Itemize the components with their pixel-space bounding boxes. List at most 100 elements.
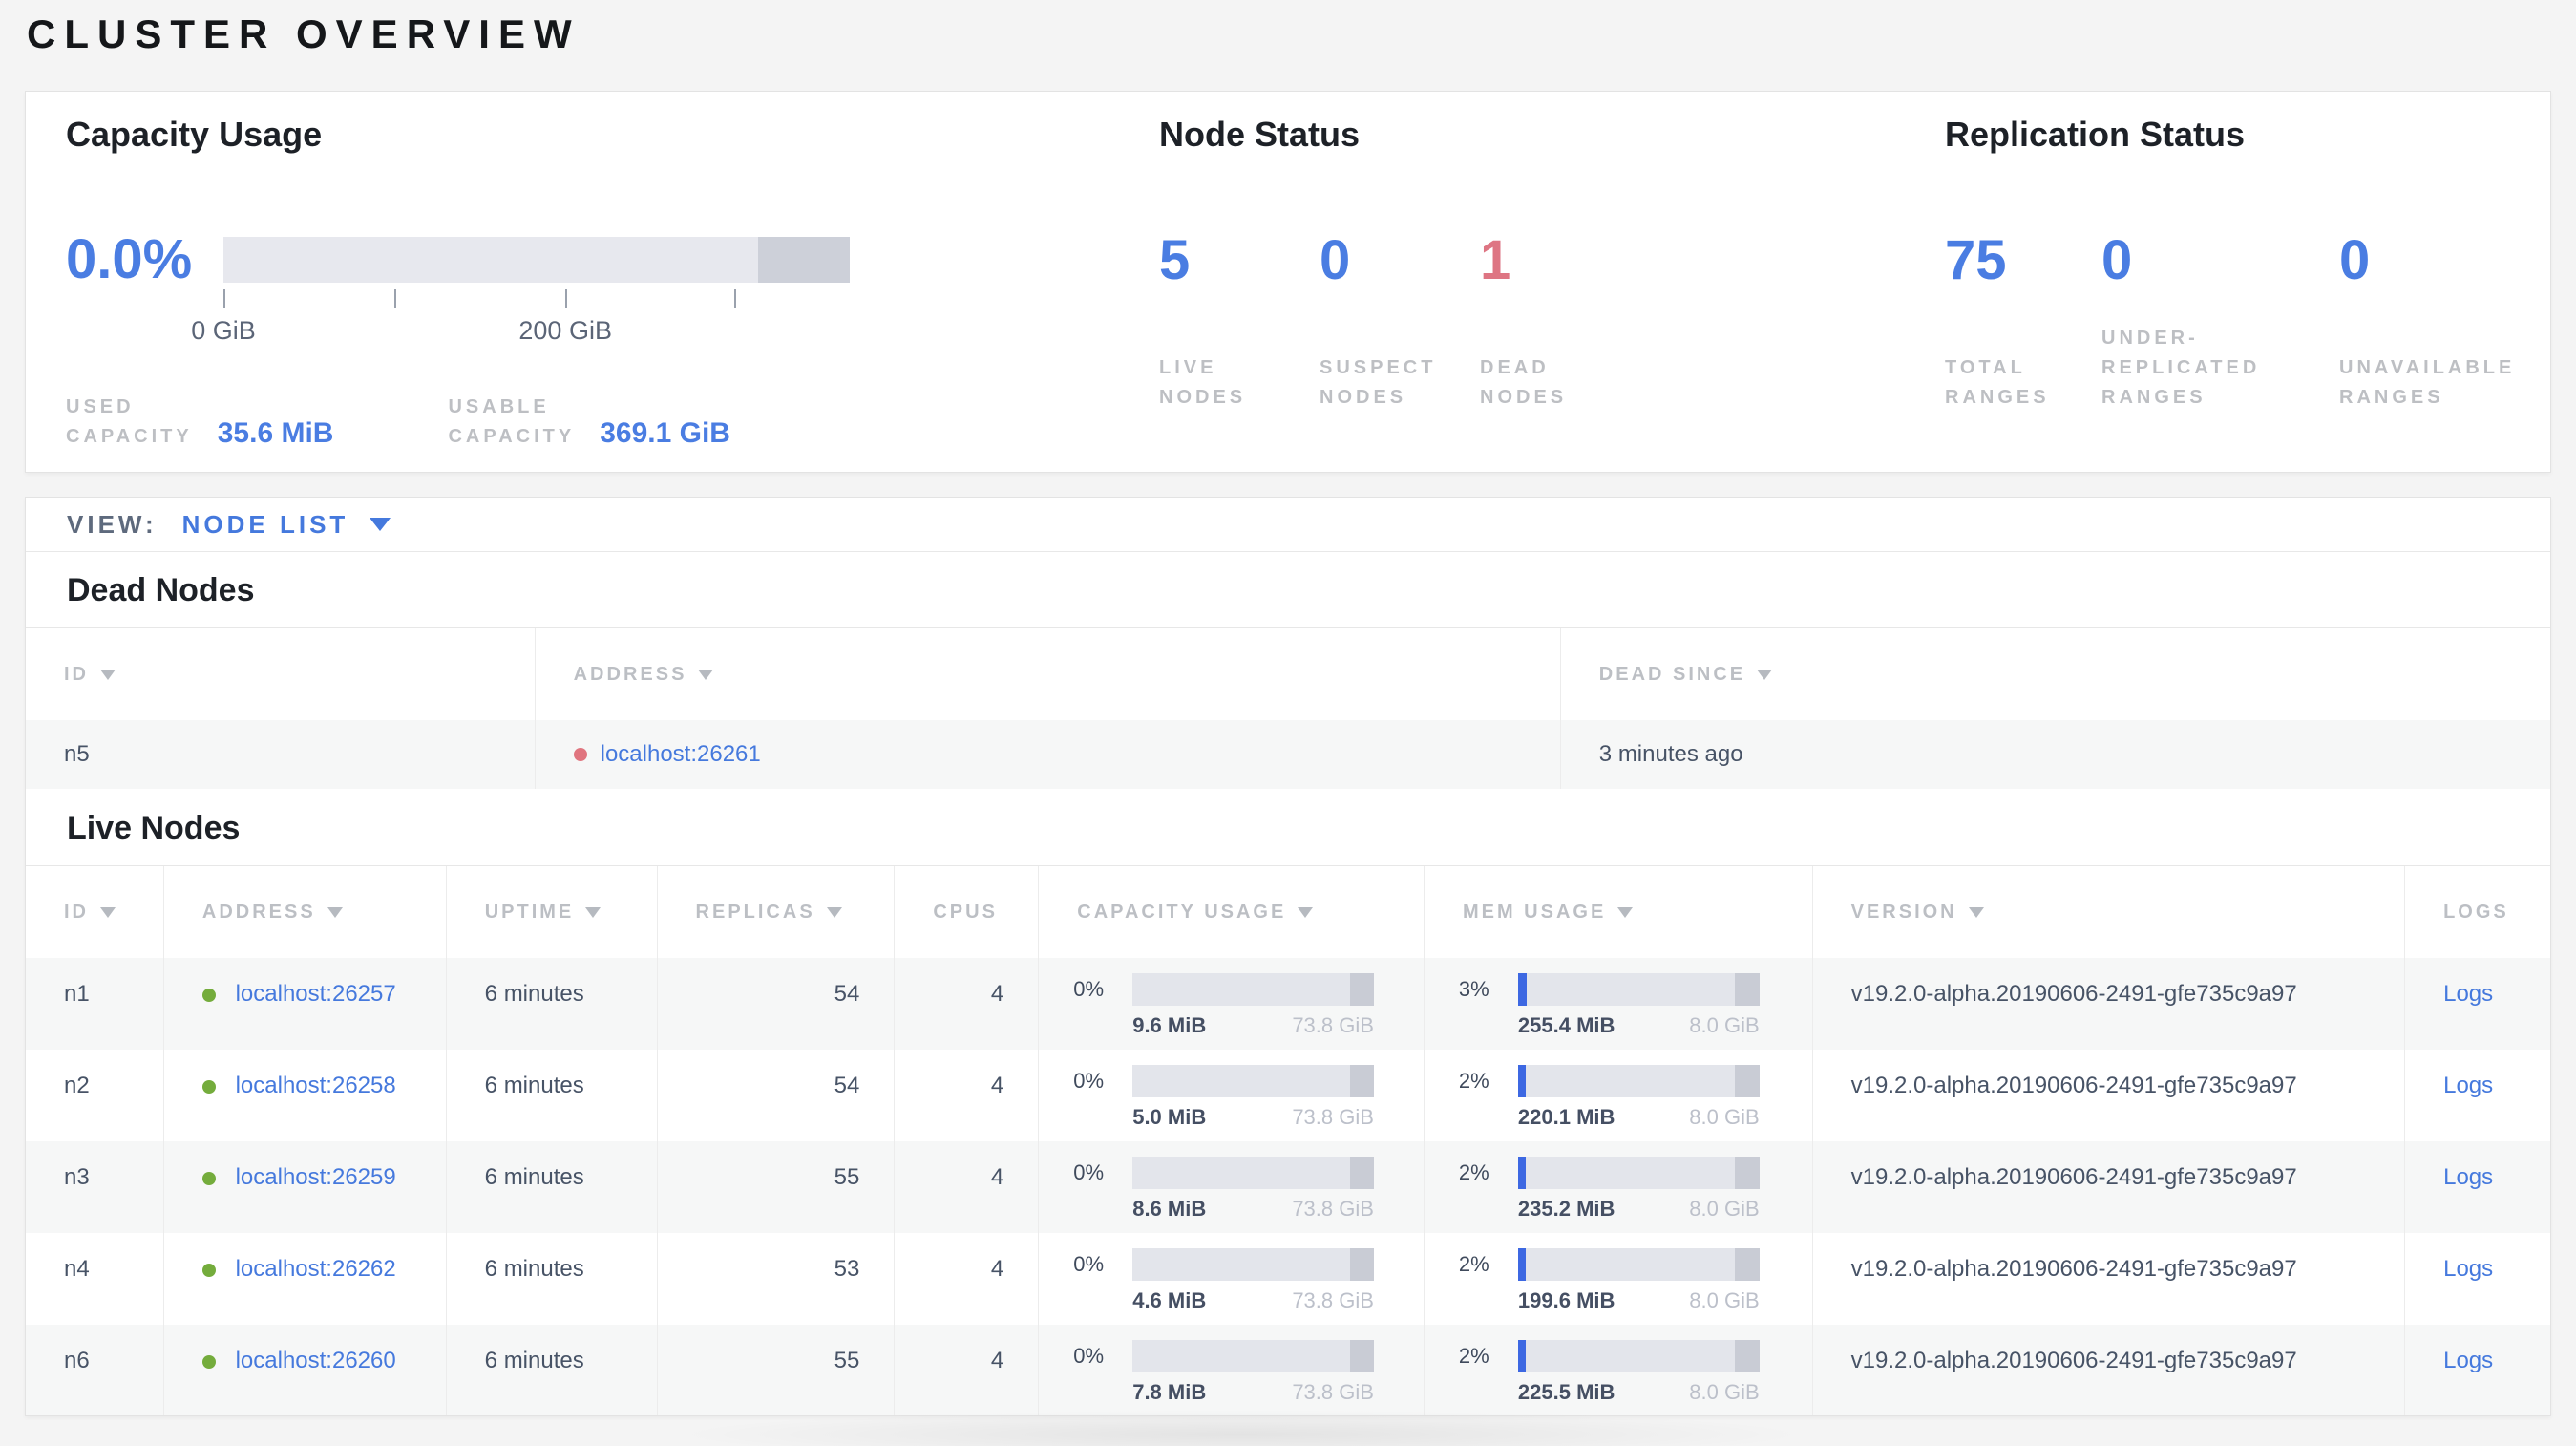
node-version: v19.2.0-alpha.20190606-2491-gfe735c9a97	[1813, 958, 2406, 1050]
dead-status-dot	[573, 748, 587, 761]
node-uptime: 6 minutes	[447, 1233, 658, 1325]
node-mem-usage: 2% 199.6 MiB 8.0 GiB	[1425, 1233, 1813, 1325]
unavailable-ranges-stat: 0 UNAVAILABLE RANGES	[2339, 231, 2515, 413]
node-cpus: 4	[895, 1050, 1040, 1141]
live-node-row: n1 localhost:26257 6 minutes 54 4 0% 9.6…	[26, 958, 2550, 1050]
live-col-header-address[interactable]: ADDRESS	[163, 866, 447, 958]
live-col-header-replicas[interactable]: REPLICAS	[657, 866, 896, 958]
nodes-panel: VIEW: NODE LIST Dead Nodes ID ADDRESS DE…	[25, 497, 2551, 1416]
live-node-row: n3 localhost:26259 6 minutes 55 4 0% 8.6…	[26, 1141, 2550, 1233]
live-node-row: n4 localhost:26262 6 minutes 53 4 0% 4.6…	[26, 1233, 2550, 1325]
logs-link[interactable]: Logs	[2443, 1164, 2493, 1190]
node-address-link[interactable]: localhost:26262	[236, 1256, 396, 1282]
sort-desc-icon	[1298, 906, 1314, 918]
node-cpus: 4	[895, 1325, 1040, 1415]
sort-desc-icon	[1757, 669, 1773, 680]
node-capacity-usage: 0% 8.6 MiB 73.8 GiB	[1039, 1141, 1425, 1233]
live-nodes-table: ID ADDRESS UPTIME REPLICAS CPUS CAPACITY…	[26, 865, 2550, 1415]
node-address-cell: localhost:26260	[164, 1325, 447, 1415]
usable-capacity-stat: USABLE CAPACITY 369.1 GiB	[448, 393, 730, 452]
node-mem-usage: 2% 235.2 MiB 8.0 GiB	[1425, 1141, 1813, 1233]
node-logs-cell: Logs	[2405, 958, 2550, 1050]
node-address-link[interactable]: localhost:26257	[236, 981, 396, 1007]
logs-link[interactable]: Logs	[2443, 981, 2493, 1007]
capacity-gauge-ticks	[223, 289, 850, 310]
live-status-dot	[201, 1172, 216, 1185]
node-mem-usage: 2% 220.1 MiB 8.0 GiB	[1425, 1050, 1813, 1141]
live-col-header-uptime[interactable]: UPTIME	[446, 866, 658, 958]
node-cpus: 4	[895, 1141, 1040, 1233]
node-version: v19.2.0-alpha.20190606-2491-gfe735c9a97	[1813, 1141, 2406, 1233]
node-capacity-usage: 0% 4.6 MiB 73.8 GiB	[1039, 1233, 1425, 1325]
capacity-bar	[1132, 1157, 1374, 1189]
live-col-header-capacity-usage[interactable]: CAPACITY USAGE	[1039, 866, 1425, 958]
tick-label-200: 200 GiB	[518, 316, 612, 345]
live-col-header-cpus: CPUS	[895, 866, 1040, 958]
live-col-header-version[interactable]: VERSION	[1812, 866, 2406, 958]
logs-link[interactable]: Logs	[2443, 1256, 2493, 1282]
capacity-bar	[1132, 1065, 1374, 1097]
node-logs-cell: Logs	[2405, 1050, 2550, 1141]
node-address-link[interactable]: localhost:26258	[236, 1073, 396, 1098]
dead-node-address-cell: localhost:26261	[536, 720, 1561, 789]
chevron-down-icon[interactable]	[370, 518, 391, 531]
node-status-title: Node Status	[1159, 115, 1361, 154]
capacity-bar	[1132, 1248, 1374, 1281]
dead-col-header-address[interactable]: ADDRESS	[535, 628, 1561, 720]
mem-bar	[1517, 973, 1760, 1006]
usable-capacity-value: 369.1 GiB	[600, 417, 730, 449]
dead-node-id: n5	[26, 720, 536, 789]
node-replicas: 54	[658, 1050, 896, 1141]
summary-panel: Capacity Usage 0.0% 0 GiB 200 GiB USED C…	[25, 91, 2551, 473]
node-address-cell: localhost:26258	[164, 1050, 447, 1141]
live-col-header-id[interactable]: ID	[26, 866, 164, 958]
dead-node-address-link[interactable]: localhost:26261	[601, 741, 761, 768]
live-col-header-mem-usage[interactable]: MEM USAGE	[1424, 866, 1813, 958]
sort-desc-icon	[698, 669, 714, 680]
tick-mark	[223, 289, 225, 308]
live-nodes-stat: 5 LIVE NODES	[1159, 231, 1320, 413]
node-address-link[interactable]: localhost:26259	[236, 1164, 396, 1190]
unavailable-count: 0	[2339, 229, 2371, 291]
capacity-usage-section: Capacity Usage 0.0% 0 GiB 200 GiB USED C…	[66, 115, 925, 452]
sort-desc-icon	[327, 906, 343, 918]
live-nodes-label: LIVE NODES	[1159, 357, 1247, 408]
live-status-dot	[201, 989, 216, 1002]
node-address-cell: localhost:26257	[164, 958, 447, 1050]
node-status-section: Node Status 5 LIVE NODES 0 SUSPECT NODES…	[1159, 115, 1885, 413]
total-ranges-stat: 75 TOTAL RANGES	[1945, 231, 2101, 413]
node-replicas: 53	[658, 1233, 896, 1325]
node-capacity-usage: 0% 5.0 MiB 73.8 GiB	[1039, 1050, 1425, 1141]
suspect-nodes-count: 0	[1320, 229, 1351, 291]
logs-link[interactable]: Logs	[2443, 1348, 2493, 1373]
node-capacity-usage: 0% 7.8 MiB 73.8 GiB	[1039, 1325, 1425, 1415]
node-replicas: 55	[658, 1325, 896, 1415]
node-logs-cell: Logs	[2405, 1325, 2550, 1415]
dead-nodes-count: 1	[1480, 229, 1511, 291]
used-capacity-stat: USED CAPACITY 35.6 MiB	[66, 393, 333, 452]
sort-desc-icon	[100, 669, 116, 680]
dead-nodes-stat: 1 DEAD NODES	[1480, 231, 1640, 413]
dead-col-header-dead-since[interactable]: DEAD SINCE	[1560, 628, 2550, 720]
view-dropdown[interactable]: NODE LIST	[182, 510, 349, 540]
capacity-bar	[1132, 973, 1374, 1006]
under-replicated-count: 0	[2101, 229, 2133, 291]
node-uptime: 6 minutes	[447, 958, 658, 1050]
sort-desc-icon	[100, 906, 116, 918]
dead-node-row: n5 localhost:26261 3 minutes ago	[26, 720, 2550, 789]
sort-desc-icon	[826, 906, 842, 918]
logs-link[interactable]: Logs	[2443, 1073, 2493, 1098]
mem-bar	[1517, 1340, 1760, 1372]
node-cpus: 4	[895, 1233, 1040, 1325]
node-address-link[interactable]: localhost:26260	[236, 1348, 396, 1373]
dead-col-header-id[interactable]: ID	[26, 628, 536, 720]
node-id: n4	[26, 1233, 164, 1325]
sort-desc-icon	[1617, 906, 1634, 918]
dead-nodes-table: ID ADDRESS DEAD SINCE n5 localhost:26261	[26, 627, 2550, 789]
total-ranges-label: TOTAL RANGES	[1945, 357, 2050, 408]
node-version: v19.2.0-alpha.20190606-2491-gfe735c9a97	[1813, 1233, 2406, 1325]
node-address-cell: localhost:26259	[164, 1141, 447, 1233]
node-uptime: 6 minutes	[447, 1050, 658, 1141]
tick-mark	[734, 289, 737, 308]
node-replicas: 54	[658, 958, 896, 1050]
